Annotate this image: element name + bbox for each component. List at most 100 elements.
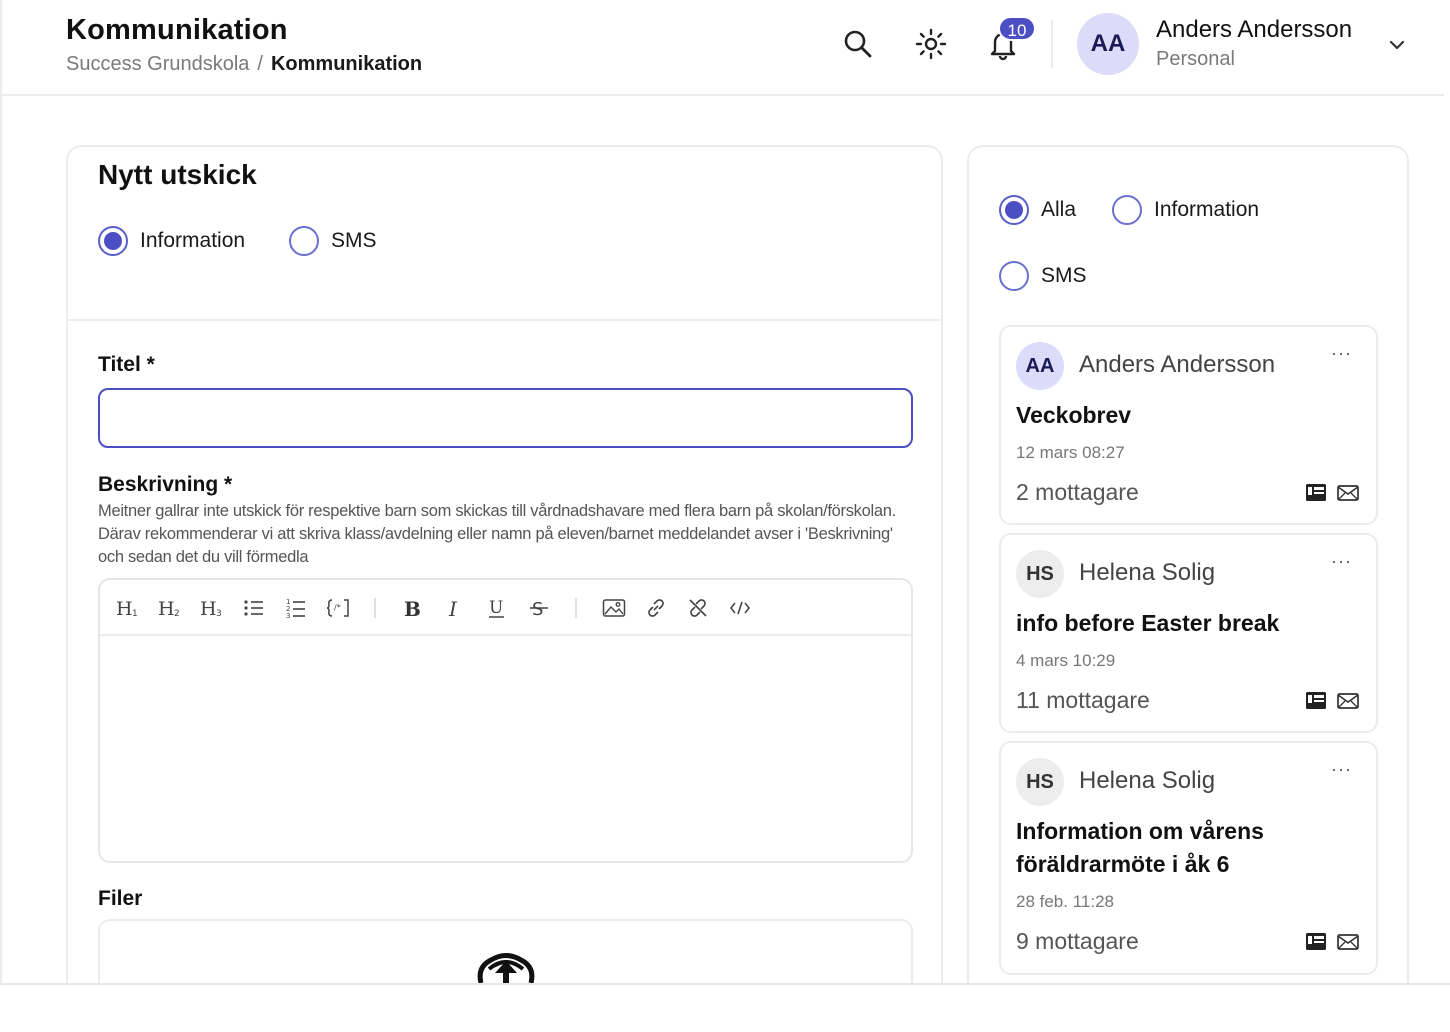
svg-text:3: 3	[216, 609, 222, 619]
page-title: Kommunikation	[66, 14, 288, 46]
message-list-card: Alla Information SMS AA Anders Andersson…	[967, 145, 1409, 983]
unlink-button[interactable]	[684, 594, 712, 622]
mail-icon	[1337, 693, 1359, 709]
italic-button[interactable]: I	[441, 594, 469, 622]
svg-text:U: U	[489, 598, 503, 618]
message-card[interactable]: HS Helena Solig ··· Information om våren…	[999, 741, 1378, 975]
svg-text:H: H	[200, 598, 217, 620]
title-label: Titel *	[98, 353, 155, 376]
message-recipients: 9 mottagare	[1016, 928, 1139, 954]
svg-text:2: 2	[174, 609, 180, 619]
filter-information[interactable]: Information	[1112, 195, 1259, 225]
message-date: 12 mars 08:27	[1016, 443, 1125, 462]
toolbar-divider	[374, 598, 376, 618]
more-options-icon[interactable]: ···	[1331, 551, 1352, 572]
mail-icon	[1337, 934, 1359, 950]
radio-sms[interactable]	[289, 226, 319, 256]
bold-button[interactable]: B	[399, 594, 427, 622]
user-avatar[interactable]: AA	[1077, 13, 1139, 75]
title-input[interactable]	[98, 388, 913, 448]
compose-heading: Nytt utskick	[98, 159, 257, 190]
heading-3-button[interactable]: H3	[198, 594, 226, 622]
strikethrough-icon: S	[530, 599, 548, 620]
radio-information[interactable]	[1112, 195, 1142, 225]
message-author: Helena Solig	[1079, 767, 1216, 794]
type-option-sms[interactable]: SMS	[289, 226, 377, 256]
message-date: 28 feb. 11:28	[1016, 892, 1114, 911]
description-help-text: Meitner gallrar inte utskick för respekt…	[98, 502, 896, 566]
chevron-down-icon	[1389, 40, 1405, 50]
radio-label: SMS	[331, 229, 377, 252]
svg-text:B: B	[404, 597, 421, 620]
heading-2-button[interactable]: H2	[156, 594, 184, 622]
search-icon	[844, 30, 872, 58]
link-button[interactable]	[642, 594, 670, 622]
heading-3-icon: H3	[200, 598, 222, 620]
ordered-list-button[interactable]: 123	[282, 594, 310, 622]
editor-content-area[interactable]	[100, 638, 911, 861]
channel-icons	[1306, 484, 1359, 501]
radio-sms[interactable]	[999, 261, 1029, 291]
more-options-icon[interactable]: ···	[1331, 343, 1352, 364]
svg-text:I: I	[448, 597, 458, 620]
svg-text:3: 3	[286, 612, 290, 619]
message-title: Information om vårens föräldrarmöte i åk…	[1016, 818, 1264, 877]
message-title: Veckobrev	[1016, 402, 1132, 428]
type-option-information[interactable]: Information	[98, 226, 245, 256]
svg-text:H: H	[158, 598, 175, 620]
mail-icon	[1337, 485, 1359, 501]
user-menu-toggle[interactable]	[1384, 32, 1410, 58]
breadcrumb-parent[interactable]: Success Grundskola	[66, 53, 249, 75]
sun-icon	[915, 28, 947, 60]
filter-all[interactable]: Alla	[999, 195, 1076, 225]
heading-2-icon: H2	[158, 598, 180, 620]
message-card[interactable]: HS Helena Solig ··· info before Easter b…	[999, 533, 1378, 733]
message-recipients: 11 mottagare	[1016, 687, 1150, 713]
bottom-strip	[0, 983, 1450, 1032]
strikethrough-button[interactable]: S	[525, 594, 553, 622]
app-window: Kommunikation Success Grundskola / Kommuni…	[0, 0, 1450, 983]
author-avatar: HS	[1016, 758, 1064, 806]
newspaper-icon	[1306, 933, 1326, 950]
heading-1-button[interactable]: H1	[114, 594, 142, 622]
editor-toolbar: H1 H2 H3 123 /* B I U S	[100, 580, 911, 636]
bold-icon: B	[404, 597, 421, 620]
header-divider	[1051, 20, 1053, 68]
filter-sms[interactable]: SMS	[999, 261, 1087, 291]
radio-all[interactable]	[999, 195, 1029, 225]
channel-icons	[1306, 692, 1359, 709]
bullet-list-button[interactable]	[240, 594, 268, 622]
message-author: Anders Andersson	[1079, 351, 1276, 378]
channel-icons	[1306, 933, 1359, 950]
radio-label: Information	[1154, 198, 1260, 221]
radio-selected-dot	[1005, 201, 1023, 219]
search-button[interactable]	[838, 24, 878, 64]
user-name[interactable]: Anders Andersson	[1156, 16, 1352, 44]
message-card[interactable]: AA Anders Andersson ··· Veckobrev 12 mar…	[999, 325, 1378, 525]
upload-icon	[477, 953, 535, 983]
files-label: Filer	[98, 887, 143, 910]
breadcrumb-separator: /	[257, 53, 263, 75]
bullet-list-icon	[244, 600, 263, 616]
theme-toggle-button[interactable]	[911, 24, 951, 64]
notification-badge: 10	[998, 16, 1036, 41]
link-icon	[648, 599, 664, 617]
toolbar-divider	[575, 598, 577, 618]
image-icon	[602, 599, 626, 617]
more-options-icon[interactable]: ···	[1331, 759, 1352, 780]
image-button[interactable]	[600, 594, 628, 622]
message-author: Helena Solig	[1079, 559, 1216, 586]
author-avatar: HS	[1016, 550, 1064, 598]
underline-button[interactable]: U	[483, 594, 511, 622]
radio-selected-dot	[104, 232, 122, 250]
code-icon	[729, 601, 751, 615]
breadcrumb-current: Kommunikation	[270, 53, 423, 75]
compose-card: Nytt utskick Information SMS Titel * Bes…	[66, 145, 943, 983]
file-dropzone[interactable]	[98, 919, 913, 983]
section-divider	[68, 319, 941, 321]
code-button[interactable]	[726, 594, 754, 622]
message-recipients: 2 mottagare	[1016, 479, 1139, 505]
rich-text-editor: H1 H2 H3 123 /* B I U S	[98, 578, 913, 863]
code-block-button[interactable]: /*	[324, 594, 352, 622]
radio-information[interactable]	[98, 226, 128, 256]
